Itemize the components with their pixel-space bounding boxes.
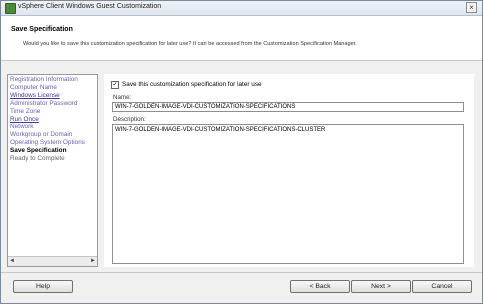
window-title: vSphere Client Windows Guest Customizati… [18,3,162,10]
customization-wizard-window: vSphere Client Windows Guest Customizati… [0,0,483,304]
spec-name-input[interactable]: WIN-7-GOLDEN-IMAGE-VDI-CUSTOMIZATION-SPE… [112,102,464,112]
wizard-step-9[interactable]: Save Specification [10,147,85,155]
scroll-left-arrow-icon[interactable]: ◄ [8,257,16,266]
wizard-steps-list: Registration Information Computer Name Win… [10,76,85,163]
wizard-header: Save Specification Would you like to sav… [1,16,482,61]
save-spec-form: ✓ Save this customization specification … [104,74,474,267]
scroll-right-arrow-icon[interactable]: ► [89,257,97,266]
vsphere-app-icon [5,3,16,14]
horizontal-scrollbar[interactable]: ◄ ► [8,256,97,266]
description-label: Description: [113,116,146,123]
wizard-steps-panel: Registration Information Computer Name Win… [7,74,98,267]
step-title: Save Specification [11,26,73,33]
step-description: Would you like to save this customizatio… [23,41,357,47]
wizard-step-5[interactable]: Run Once [10,116,85,124]
wizard-step-2[interactable]: Windows License [10,92,85,100]
next-button[interactable]: Next > [351,280,411,293]
footer-divider [1,272,482,273]
wizard-step-4[interactable]: Time Zone [10,108,85,116]
wizard-step-1[interactable]: Computer Name [10,84,85,92]
cancel-button[interactable]: Cancel [412,280,472,293]
save-spec-checkbox[interactable]: ✓ [111,81,119,89]
save-spec-checkbox-label[interactable]: Save this customization specification fo… [122,81,262,88]
wizard-step-7[interactable]: Workgroup or Domain [10,131,85,139]
wizard-step-10: Ready to Complete [10,155,65,163]
wizard-step-3[interactable]: Administrator Password [10,100,85,108]
title-bar: vSphere Client Windows Guest Customizati… [1,1,482,16]
wizard-step-8[interactable]: Operating System Options [10,139,85,147]
close-button[interactable]: × [466,2,477,13]
wizard-step-6[interactable]: Network [10,123,85,131]
spec-description-textarea[interactable]: WIN-7-GOLDEN-IMAGE-VDI-CUSTOMIZATION-SPE… [112,124,464,264]
back-button[interactable]: < Back [290,280,350,293]
name-label: Name: [113,94,132,101]
wizard-step-0[interactable]: Registration Information [10,76,85,84]
help-button[interactable]: Help [13,280,73,293]
